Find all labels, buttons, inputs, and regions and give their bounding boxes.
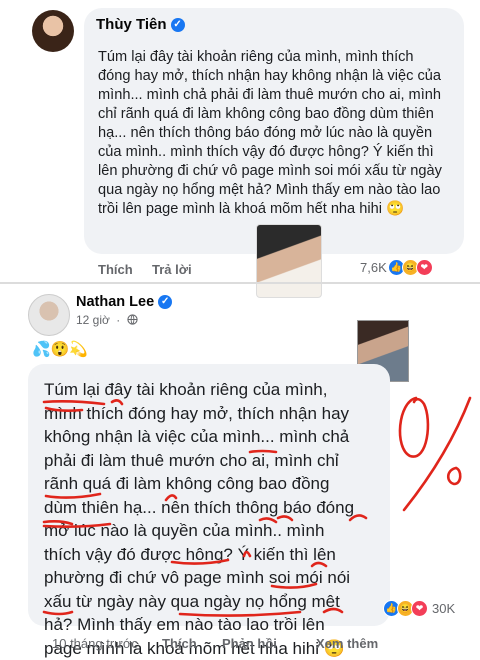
text-line: phải đi làm thuê mướn cho ai, mình chỉ	[44, 449, 384, 473]
verified-badge-icon: ✓	[171, 18, 185, 32]
annotation-dot	[448, 468, 460, 484]
screenshot-divider	[0, 282, 480, 284]
reaction-summary[interactable]: 7,6K 👍 😆 ❤	[360, 258, 433, 276]
comment-text: Túm lại đây tài khoản riêng của mình, mì…	[98, 48, 448, 219]
comment-text: Túm lại đây tài khoản riêng của mình, mì…	[44, 378, 384, 660]
profile-photo-inset	[256, 224, 322, 298]
comment-author[interactable]: Thùy Tiên ✓	[96, 16, 185, 33]
reaction-summary[interactable]: 👍 😆 ❤ 30K	[386, 600, 455, 617]
author-name[interactable]: Thùy Tiên	[96, 16, 167, 33]
text-line: mình thích đóng hay mở, thích nhận hay	[44, 402, 384, 426]
reaction-count: 7,6K	[360, 260, 387, 275]
reaction-count: 30K	[432, 601, 455, 616]
author-name[interactable]: Nathan Lee	[76, 294, 154, 310]
verified-badge-icon: ✓	[158, 295, 172, 309]
reply-button[interactable]: Trả lời	[152, 262, 192, 277]
text-line: thích vậy đó được hông? Ý kiến thì lên	[44, 543, 384, 567]
annotation-slash	[404, 398, 470, 510]
text-line: Túm lại đây tài khoản riêng của mình,	[44, 378, 384, 402]
text-line: mở lúc nào là quyền của mình.. mình	[44, 519, 384, 543]
text-line: rãnh quá đi làm không công bao đồng	[44, 472, 384, 496]
annotation-zero	[400, 398, 428, 457]
text-line: hả? Mình thấy em nào tào lao trồi lên	[44, 613, 384, 637]
post-meta: 12 giờ ·	[76, 313, 138, 327]
text-line: phường đi chứ vô page mình soi mói nói	[44, 566, 384, 590]
post-time[interactable]: 12 giờ	[76, 313, 110, 327]
text-line: xấu từ ngày này qua ngày nọ hổng mệt	[44, 590, 384, 614]
love-reaction-icon: ❤	[416, 259, 433, 276]
text-line: dùm thiên hạ... nên thích thông báo đóng	[44, 496, 384, 520]
see-more-button[interactable]: Xem thêm	[316, 636, 378, 651]
love-reaction-icon: ❤	[411, 600, 428, 617]
reply-button[interactable]: Phản hồi	[222, 636, 277, 651]
avatar[interactable]	[32, 10, 74, 52]
like-button[interactable]: Thích	[162, 636, 197, 651]
post-author[interactable]: Nathan Lee ✓	[76, 294, 172, 310]
globe-icon	[127, 314, 138, 325]
text-line: không nhận là việc của mình... mình chả	[44, 425, 384, 449]
like-button[interactable]: Thích	[98, 262, 133, 277]
comment-time[interactable]: 10 tháng trước	[52, 636, 138, 651]
post-emojis: 💦😲💫	[32, 340, 88, 358]
avatar[interactable]	[28, 294, 70, 336]
